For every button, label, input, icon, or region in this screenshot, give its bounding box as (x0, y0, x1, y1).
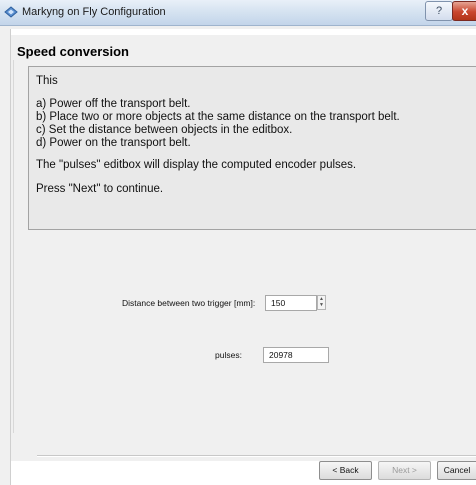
distance-field[interactable]: 150 (265, 295, 317, 311)
help-button[interactable]: ? (425, 1, 453, 21)
back-button[interactable]: < Back (319, 461, 372, 480)
pulses-label: pulses: (215, 350, 242, 360)
instruction-line: The "pulses" editbox will display the co… (36, 159, 357, 171)
instruction-line: Press "Next" to continue. (36, 183, 164, 195)
app-icon (4, 6, 18, 18)
instruction-line: a) Power off the transport belt. (36, 98, 191, 110)
window-titlebar[interactable]: Markyng on Fly Configuration ? x (0, 0, 476, 26)
pulses-field[interactable]: 20978 (263, 347, 329, 363)
window-title: Markyng on Fly Configuration (22, 6, 166, 18)
instruction-line: c) Set the distance between objects in t… (36, 124, 293, 136)
next-button[interactable]: Next > (378, 461, 431, 480)
cancel-button[interactable]: Cancel (437, 461, 476, 480)
left-divider (13, 60, 14, 433)
instruction-line: b) Place two or more objects at the same… (36, 111, 400, 123)
page-title: Speed conversion (17, 44, 129, 59)
instruction-line: d) Power on the transport belt. (36, 137, 191, 149)
button-separator (37, 455, 476, 457)
distance-spinner[interactable]: ▲ ▼ (317, 295, 326, 310)
instruction-box: This a) Power off the transport belt. b)… (28, 66, 476, 230)
instruction-line: This (36, 75, 58, 87)
distance-label: Distance between two trigger [mm]: (122, 298, 256, 308)
close-button[interactable]: x (452, 1, 476, 21)
